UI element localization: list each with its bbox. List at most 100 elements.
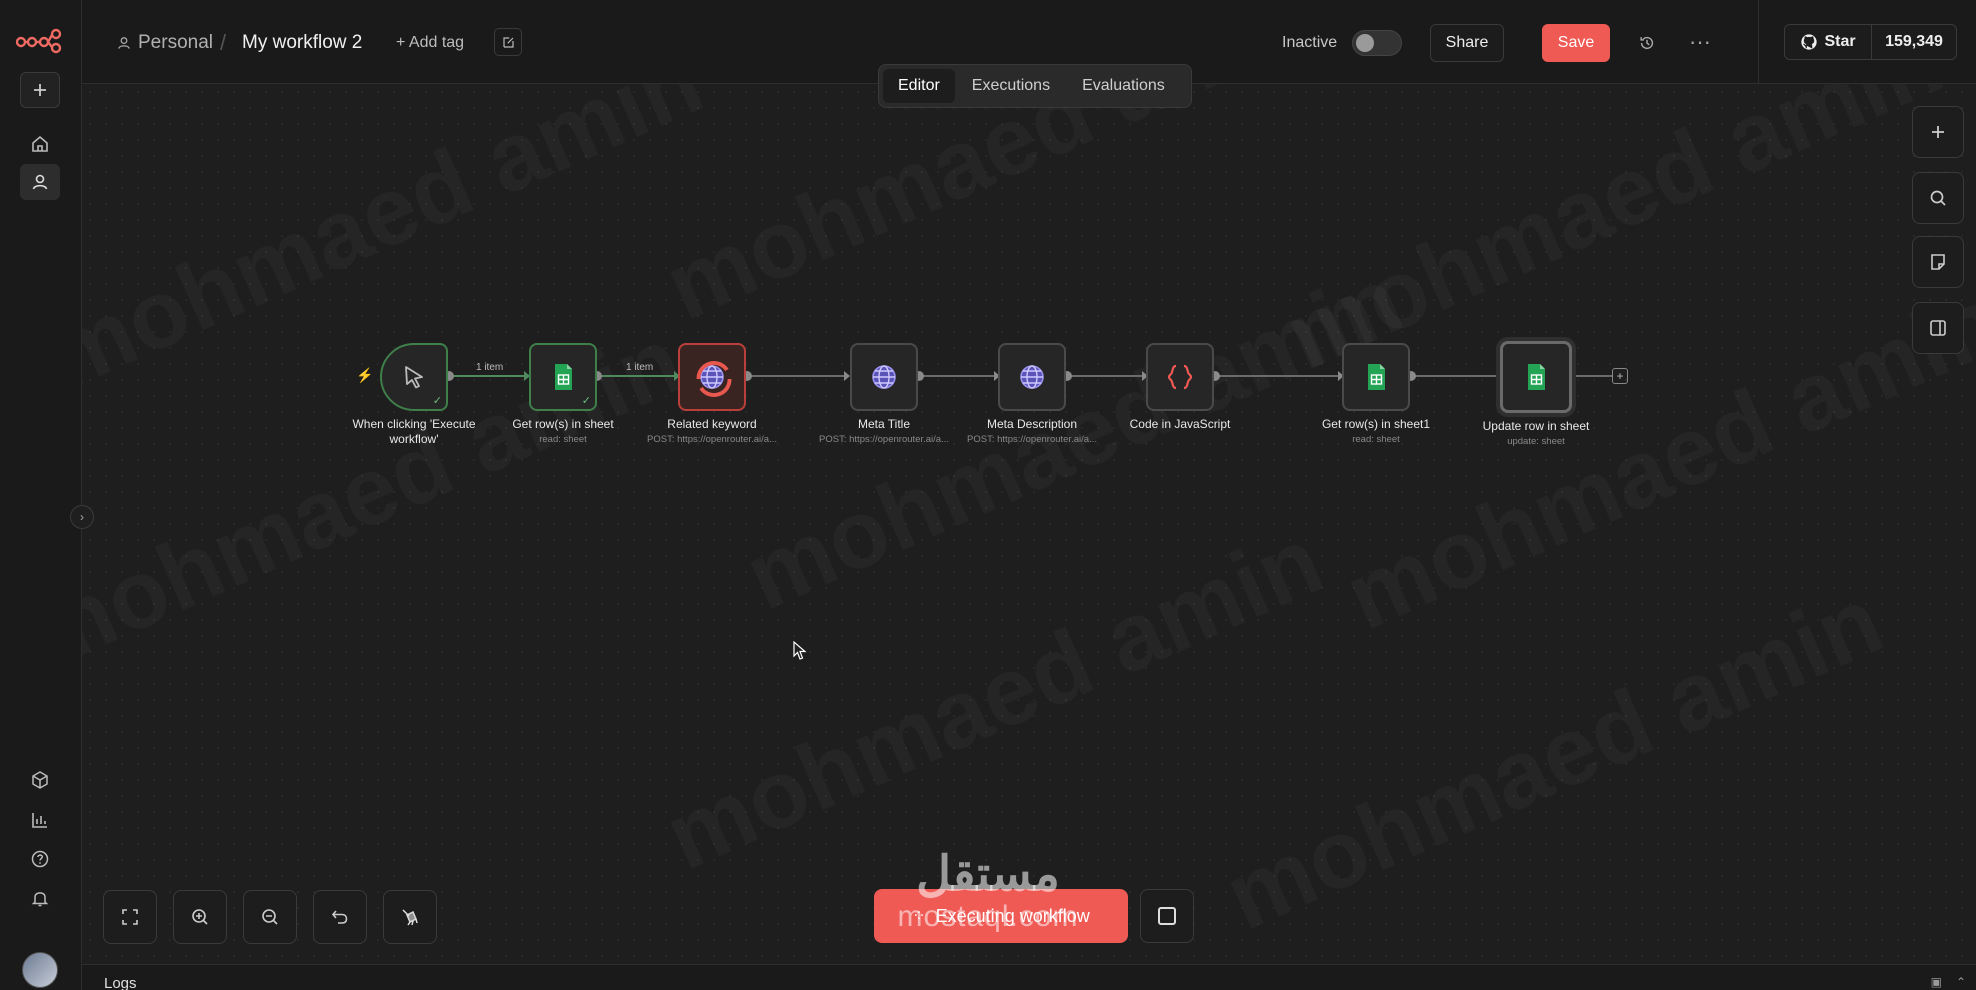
tidy-up-button[interactable] — [383, 890, 437, 944]
github-star-count[interactable]: 159,349 — [1871, 24, 1957, 60]
github-star-button[interactable]: Star — [1784, 24, 1872, 60]
node-box[interactable] — [850, 343, 918, 411]
activation-status-label: Inactive — [1282, 34, 1338, 51]
node-label: Meta Title — [857, 417, 911, 431]
more-options-button[interactable]: ··· — [1686, 28, 1714, 56]
success-check-icon: ✓ — [432, 395, 442, 407]
globe-icon — [872, 365, 896, 389]
google-sheets-icon — [1368, 364, 1385, 390]
bar-chart-icon — [32, 813, 47, 828]
workflow-node[interactable]: Update row in sheet update: sheet — [1461, 341, 1611, 447]
google-sheets-icon — [555, 364, 572, 390]
edit-icon — [502, 36, 514, 48]
tab-editor[interactable]: Editor — [883, 69, 955, 103]
add-tag-button[interactable]: + Add tag — [396, 34, 464, 52]
activation-toggle[interactable] — [1352, 30, 1402, 56]
workflow-node[interactable]: ✓ Get row(s) in sheet read: sheet — [488, 343, 638, 445]
node-label: Update row in sheet — [1482, 419, 1590, 433]
node-box[interactable] — [1146, 343, 1214, 411]
workflow-node[interactable]: Meta Description POST: https://openroute… — [957, 343, 1107, 445]
popout-icon[interactable]: ▣ — [1931, 975, 1942, 989]
n8n-logo-icon[interactable] — [15, 26, 62, 54]
workflow-node[interactable]: Related keyword POST: https://openrouter… — [637, 343, 787, 445]
spinner-icon: ⁘ — [912, 908, 926, 925]
sidebar-item-templates[interactable] — [20, 762, 60, 798]
node-label: Meta Description — [986, 417, 1078, 431]
search-nodes-button[interactable] — [1912, 172, 1964, 224]
undo-icon — [331, 910, 348, 924]
node-subtitle: POST: https://openrouter.ai/a... — [967, 434, 1097, 445]
broom-icon — [402, 909, 418, 926]
zoom-out-icon — [262, 909, 278, 925]
workflow-node[interactable]: ✓ When clicking 'Execute workflow' — [339, 343, 489, 447]
node-label: Related keyword — [667, 417, 757, 431]
node-label: When clicking 'Execute workflow' — [352, 417, 476, 446]
watermark-text: mohmaed amin — [650, 84, 1338, 342]
add-sticky-note-button[interactable] — [1912, 236, 1964, 288]
workflow-node[interactable]: Get row(s) in sheet1 read: sheet — [1301, 343, 1451, 445]
plus-icon — [1932, 126, 1944, 138]
spinner-icon — [696, 361, 732, 397]
stop-execution-button[interactable] — [1140, 889, 1194, 943]
zoom-in-icon — [192, 909, 208, 925]
add-node-button[interactable] — [1912, 106, 1964, 158]
watermark-text: mohmaed amin — [1330, 266, 1976, 653]
sidebar-item-personal[interactable] — [20, 164, 60, 200]
node-box[interactable]: ✓ — [380, 343, 448, 411]
zoom-to-fit-button[interactable] — [103, 890, 157, 944]
sidebar-item-overview[interactable] — [20, 126, 60, 162]
breadcrumb-separator: / — [220, 30, 227, 55]
sidebar-expand-button[interactable]: › — [70, 505, 94, 529]
reset-zoom-button[interactable] — [313, 890, 367, 944]
sidebar-item-notifications[interactable] — [20, 880, 60, 916]
google-sheets-icon — [1528, 364, 1545, 390]
save-button[interactable]: Save — [1542, 24, 1610, 62]
history-icon — [1640, 36, 1654, 50]
globe-icon — [1020, 365, 1044, 389]
workflow-canvas[interactable]: mohmaed amin mohmaed amin mohmaed amin m… — [82, 84, 1976, 964]
create-button[interactable] — [20, 72, 60, 108]
mouse-cursor-icon — [793, 641, 807, 660]
workflow-history-button[interactable] — [1634, 30, 1660, 56]
node-label: Get row(s) in sheet1 — [1321, 417, 1431, 431]
workflow-name[interactable]: My workflow 2 — [242, 32, 362, 54]
edit-description-button[interactable] — [494, 28, 522, 56]
node-box[interactable]: ✓ — [529, 343, 597, 411]
stop-icon — [1158, 907, 1176, 925]
share-button[interactable]: Share — [1430, 24, 1504, 62]
chevron-up-icon[interactable]: ⌃ — [1956, 975, 1966, 989]
node-subtitle: POST: https://openrouter.ai/a... — [819, 434, 949, 445]
node-box[interactable] — [1342, 343, 1410, 411]
node-subtitle: read: sheet — [539, 434, 587, 445]
execute-workflow-button[interactable]: ⁘ Executing workflow — [874, 889, 1128, 943]
workflow-node[interactable]: Meta Title POST: https://openrouter.ai/a… — [809, 343, 959, 445]
tab-evaluations[interactable]: Evaluations — [1067, 69, 1180, 103]
sidebar-item-insights[interactable] — [20, 802, 60, 838]
code-braces-icon — [1167, 364, 1193, 390]
node-subtitle: read: sheet — [1352, 434, 1400, 445]
tab-executions[interactable]: Executions — [957, 69, 1065, 103]
github-icon — [1801, 34, 1818, 50]
watermark-text: mohmaed amin — [650, 506, 1338, 893]
home-icon — [32, 135, 48, 152]
header-divider — [1758, 0, 1759, 84]
logs-panel-bar[interactable]: Logs ▣ ⌃ — [82, 964, 1976, 990]
workflow-node[interactable]: Code in JavaScript — [1105, 343, 1255, 432]
plus-icon — [34, 84, 46, 96]
sidebar-item-help[interactable] — [20, 841, 60, 877]
toggle-panel-button[interactable] — [1912, 302, 1964, 354]
node-box[interactable] — [678, 343, 746, 411]
search-icon — [1930, 190, 1946, 206]
avatar[interactable] — [22, 952, 58, 988]
breadcrumb-project[interactable]: Personal — [116, 32, 213, 54]
cursor-icon — [405, 366, 423, 389]
node-box[interactable] — [1500, 341, 1572, 413]
watermark-layer: mohmaed amin mohmaed amin mohmaed amin m… — [82, 84, 1976, 964]
user-icon — [32, 174, 48, 190]
logs-label: Logs — [104, 975, 137, 990]
zoom-out-button[interactable] — [243, 890, 297, 944]
add-next-node-button[interactable]: + — [1612, 368, 1628, 384]
zoom-in-button[interactable] — [173, 890, 227, 944]
node-label: Get row(s) in sheet — [512, 417, 614, 431]
node-box[interactable] — [998, 343, 1066, 411]
